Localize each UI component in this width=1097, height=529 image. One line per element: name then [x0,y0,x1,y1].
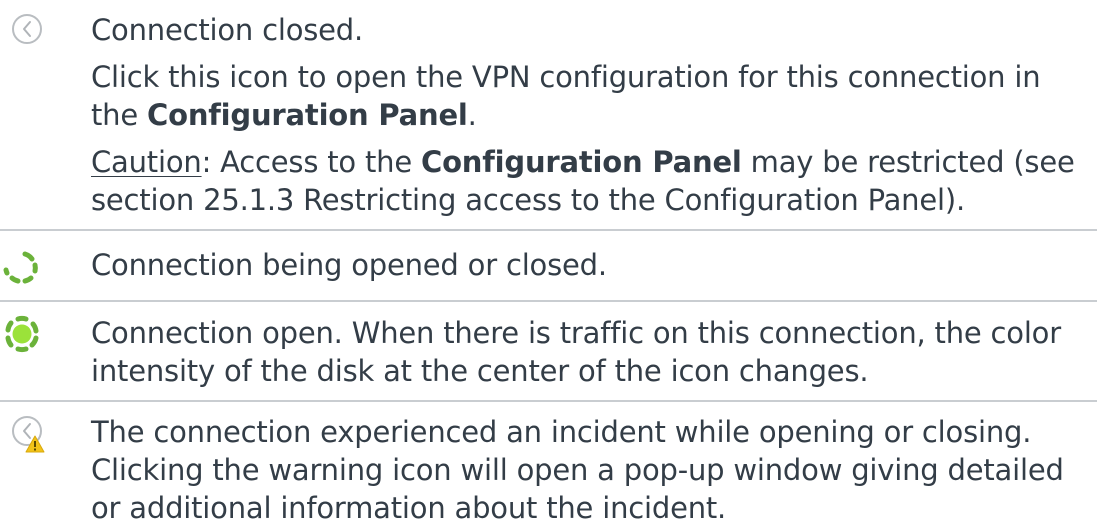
table-row: Connection being opened or closed. [0,231,1097,300]
closed-connection-icon[interactable] [10,12,50,48]
warning-connection-icon[interactable] [10,414,54,454]
open-connection-icon [5,315,39,353]
connecting-spinner-icon [3,251,38,284]
icon-cell [0,247,80,287]
row-description: Connection open. When there is traffic o… [91,316,1061,388]
row-description: Connection closed. Click this icon to op… [91,11,1091,219]
table-row: Connection closed. Click this icon to op… [0,0,1097,229]
caution-label: Caution [91,145,202,179]
table-row: The connection experienced an incident w… [0,402,1097,529]
row-description: The connection experienced an incident w… [91,415,1064,525]
icon-cell [0,414,80,454]
click-instruction: Click this icon to open the VPN configur… [91,60,1041,132]
row-description: Connection being opened or closed. [91,248,607,282]
icon-cell [0,314,80,354]
status-text: Connection closed. [91,13,364,47]
caution-note: Caution: Access to the Configuration Pan… [91,145,1075,217]
icon-cell [0,12,80,48]
table-row: Connection open. When there is traffic o… [0,302,1097,400]
